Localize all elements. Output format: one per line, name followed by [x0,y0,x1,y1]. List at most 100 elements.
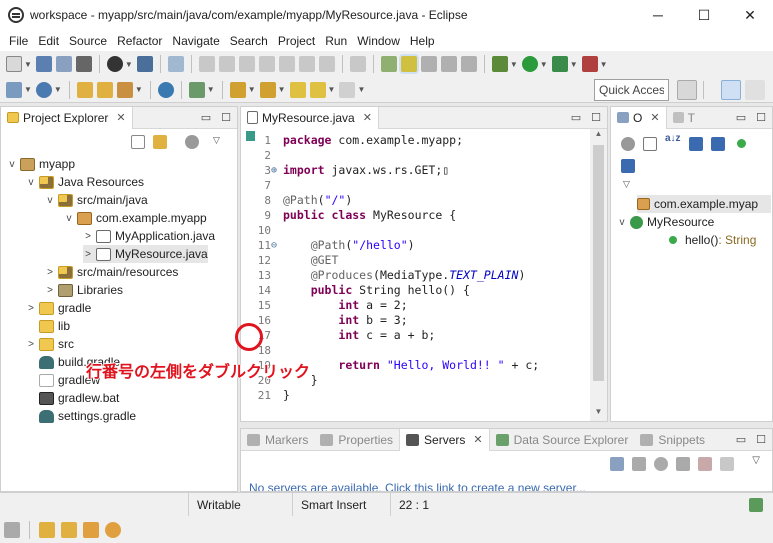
minimize-icon[interactable]: ▭ [736,111,746,124]
tab-task-list[interactable]: T [667,107,701,129]
mark-occurrences-icon[interactable] [400,56,417,72]
chevron-right-icon[interactable]: > [45,285,55,296]
line-number[interactable]: 10 [251,223,271,238]
code-line[interactable]: 13 @Produces(MediaType.TEXT_PLAIN) [241,268,571,283]
chevron-right-icon[interactable]: > [26,339,36,350]
save-all-icon[interactable] [55,56,72,72]
debug-icon[interactable] [491,56,508,72]
view-menu-icon[interactable]: ▽ [213,135,220,146]
open-book-icon[interactable] [39,521,55,538]
chevron-down-icon[interactable]: v [64,213,74,224]
forward-icon[interactable] [339,81,356,98]
close-icon[interactable]: ✕ [473,433,482,446]
minimize-button[interactable]: ─ [635,0,681,30]
menu-file[interactable]: File [4,34,33,48]
outline-item-package[interactable]: com.example.myap [637,195,771,213]
build-icon[interactable] [116,81,133,98]
tab-snippets[interactable]: Snippets [634,429,711,451]
tab-project-explorer[interactable]: Project Explorer ✕ [1,106,133,129]
web-icon[interactable] [35,81,52,98]
chevron-down-icon[interactable]: ▼ [54,85,62,94]
disconnect-icon[interactable] [258,56,275,72]
filter-icon[interactable] [185,135,199,149]
code-line[interactable]: 21} [241,388,571,403]
menu-search[interactable]: Search [225,34,273,48]
debug-perspective-icon[interactable] [745,80,765,100]
code-line[interactable]: 8 @Path("/") [241,193,571,208]
show-whitespace-icon[interactable] [460,56,477,72]
code-line[interactable]: 14 public String hello() { [241,283,571,298]
line-number[interactable]: 13 [251,268,271,283]
run-server-icon[interactable] [551,56,568,72]
chevron-down-icon[interactable]: v [26,177,36,188]
stop-server-icon[interactable] [698,457,712,471]
maximize-icon[interactable]: ☐ [756,111,766,124]
publish-icon[interactable] [720,457,734,471]
code-line[interactable]: 18 [241,343,571,358]
line-number[interactable]: 15 [251,298,271,313]
line-number[interactable]: 7 [251,178,271,193]
menu-navigate[interactable]: Navigate [167,34,224,48]
step-return-icon[interactable] [318,56,335,72]
line-number[interactable]: 3 [251,163,271,178]
line-number[interactable]: 9 [251,208,271,223]
chevron-down-icon[interactable]: ▼ [357,85,365,94]
terminate-icon[interactable] [238,56,255,72]
menu-edit[interactable]: Edit [33,34,64,48]
next-annotation-icon[interactable] [229,81,246,98]
graduation-cap-icon[interactable] [61,521,77,538]
code-line[interactable]: 12 @GET [241,253,571,268]
outline-item-method[interactable]: hello() : String [669,231,756,249]
maximize-icon[interactable]: ☐ [221,111,231,124]
step-into-icon[interactable] [278,56,295,72]
tree-item[interactable]: > gradle [26,299,91,317]
print-icon[interactable] [75,56,92,72]
code-line[interactable]: 7 [241,178,571,193]
chevron-down-icon[interactable]: ▼ [248,85,256,94]
code-line[interactable]: 16 int b = 3; [241,313,571,328]
chevron-down-icon[interactable]: ▼ [135,85,143,94]
search-icon[interactable] [188,81,205,98]
magic-wand-icon[interactable] [83,521,99,538]
chevron-right-icon[interactable]: > [45,267,55,278]
chevron-down-icon[interactable]: ▼ [24,85,32,94]
chevron-down-icon[interactable]: ▼ [328,85,336,94]
tab-outline[interactable]: O ✕ [611,106,667,129]
sort-icon[interactable]: a↓z [665,133,681,144]
new-server-icon[interactable] [6,81,22,98]
new-icon[interactable] [6,56,22,72]
tab-properties[interactable]: Properties [314,429,399,451]
new-package-icon[interactable] [76,81,93,98]
use-step-filters-icon[interactable] [349,56,366,72]
tree-item[interactable]: v myapp [7,155,76,173]
scrollbar-thumb[interactable] [593,145,604,381]
menu-window[interactable]: Window [352,34,405,48]
tree-item[interactable]: lib [26,317,70,335]
line-number[interactable]: 8 [251,193,271,208]
chevron-down-icon[interactable]: v [45,195,55,206]
chevron-down-icon[interactable]: v [7,159,17,170]
menu-source[interactable]: Source [64,34,112,48]
block-selection-icon[interactable] [420,56,437,72]
console-icon[interactable] [136,56,153,72]
tree-item[interactable]: v com.example.myapp [64,209,207,227]
filter-icon[interactable] [621,137,635,151]
menu-run[interactable]: Run [320,34,352,48]
user-icon[interactable] [106,56,123,72]
maximize-button[interactable]: ☐ [681,0,727,30]
tree-item[interactable]: v Java Resources [26,173,145,191]
line-number[interactable]: 11 [251,238,271,253]
chevron-down-icon[interactable]: ▼ [570,60,578,69]
maximize-icon[interactable]: ☐ [756,433,766,446]
chevron-right-icon[interactable]: > [83,231,93,242]
collapse-all-icon[interactable] [131,135,145,149]
code-line[interactable]: 2 [241,148,571,163]
line-number[interactable]: 1 [251,133,271,148]
close-icon[interactable]: ✕ [363,111,372,124]
minimize-icon[interactable]: ▭ [736,433,746,446]
resume-icon[interactable] [198,56,215,72]
tree-item[interactable]: > src [26,335,74,353]
chevron-down-icon[interactable]: ▼ [207,85,215,94]
tree-item[interactable]: > Libraries [45,281,123,299]
chevron-right-icon[interactable]: > [83,249,93,260]
